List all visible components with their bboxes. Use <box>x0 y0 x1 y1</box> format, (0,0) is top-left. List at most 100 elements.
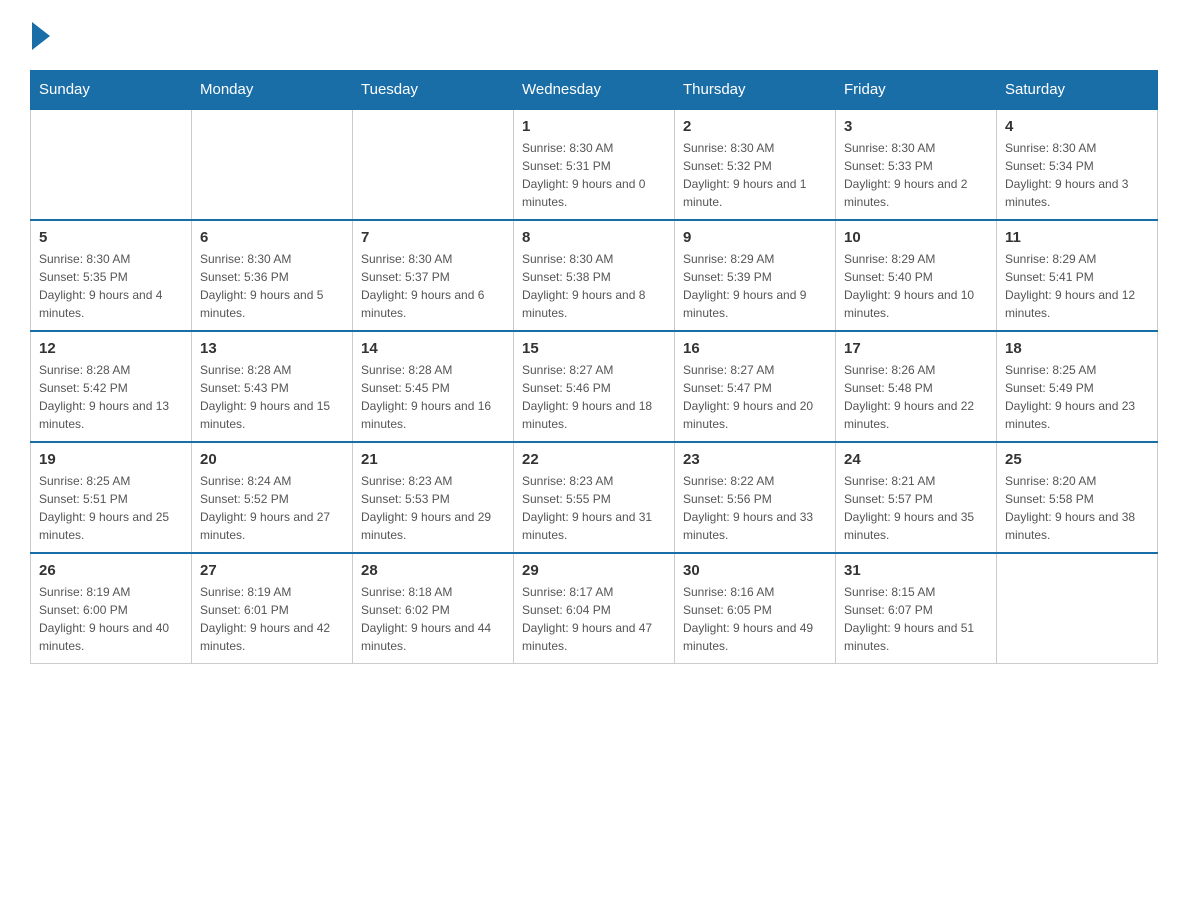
day-of-week-header: Thursday <box>675 71 836 110</box>
calendar-cell: 7 Sunrise: 8:30 AMSunset: 5:37 PMDaylight… <box>353 220 514 331</box>
calendar-cell: 20 Sunrise: 8:24 AMSunset: 5:52 PMDayligh… <box>192 442 353 553</box>
day-number: 20 <box>200 451 344 468</box>
day-number: 27 <box>200 562 344 579</box>
calendar-cell: 10Sunrise: 8:29 AMSunset: 5:40 PMDayligh… <box>836 220 997 331</box>
day-info: Sunrise: 8:26 AMSunset: 5:48 PMDaylight:… <box>844 361 988 433</box>
calendar-cell: 31Sunrise: 8:15 AMSunset: 6:07 PMDayligh… <box>836 553 997 664</box>
day-number: 19 <box>39 451 183 468</box>
calendar-week-row: 5 Sunrise: 8:30 AMSunset: 5:35 PMDaylight… <box>31 220 1158 331</box>
calendar-cell: 13 Sunrise: 8:28 AMSunset: 5:43 PMDayligh… <box>192 331 353 442</box>
day-info: Sunrise: 8:28 AMSunset: 5:45 PMDaylight:… <box>361 361 505 433</box>
day-of-week-header: Tuesday <box>353 71 514 110</box>
calendar-week-row: 12 Sunrise: 8:28 AMSunset: 5:42 PMDayligh… <box>31 331 1158 442</box>
day-number: 30 <box>683 562 827 579</box>
day-number: 4 <box>1005 118 1149 135</box>
logo <box>30 20 50 50</box>
calendar-cell: 23 Sunrise: 8:22 AMSunset: 5:56 PMDayligh… <box>675 442 836 553</box>
day-info: Sunrise: 8:30 AMSunset: 5:35 PMDaylight:… <box>39 250 183 322</box>
day-number: 21 <box>361 451 505 468</box>
day-of-week-header: Wednesday <box>514 71 675 110</box>
day-info: Sunrise: 8:30 AMSunset: 5:36 PMDaylight:… <box>200 250 344 322</box>
calendar-cell: 17 Sunrise: 8:26 AMSunset: 5:48 PMDayligh… <box>836 331 997 442</box>
day-number: 13 <box>200 340 344 357</box>
calendar-cell: 18Sunrise: 8:25 AMSunset: 5:49 PMDayligh… <box>997 331 1158 442</box>
day-of-week-header: Sunday <box>31 71 192 110</box>
day-info: Sunrise: 8:27 AMSunset: 5:46 PMDaylight:… <box>522 361 666 433</box>
calendar-cell: 29Sunrise: 8:17 AMSunset: 6:04 PMDayligh… <box>514 553 675 664</box>
calendar-cell: 19 Sunrise: 8:25 AMSunset: 5:51 PMDayligh… <box>31 442 192 553</box>
calendar-cell: 28 Sunrise: 8:18 AMSunset: 6:02 PMDayligh… <box>353 553 514 664</box>
day-info: Sunrise: 8:22 AMSunset: 5:56 PMDaylight:… <box>683 472 827 544</box>
day-info: Sunrise: 8:17 AMSunset: 6:04 PMDaylight:… <box>522 583 666 655</box>
day-number: 24 <box>844 451 988 468</box>
day-number: 25 <box>1005 451 1149 468</box>
calendar-cell: 24 Sunrise: 8:21 AMSunset: 5:57 PMDayligh… <box>836 442 997 553</box>
day-info: Sunrise: 8:18 AMSunset: 6:02 PMDaylight:… <box>361 583 505 655</box>
calendar-cell: 25 Sunrise: 8:20 AMSunset: 5:58 PMDayligh… <box>997 442 1158 553</box>
calendar-cell: 3 Sunrise: 8:30 AMSunset: 5:33 PMDaylight… <box>836 109 997 220</box>
calendar-cell: 4 Sunrise: 8:30 AMSunset: 5:34 PMDaylight… <box>997 109 1158 220</box>
day-number: 28 <box>361 562 505 579</box>
day-info: Sunrise: 8:25 AMSunset: 5:49 PMDaylight:… <box>1005 361 1149 433</box>
day-info: Sunrise: 8:30 AMSunset: 5:38 PMDaylight:… <box>522 250 666 322</box>
calendar-week-row: 26 Sunrise: 8:19 AMSunset: 6:00 PMDayligh… <box>31 553 1158 664</box>
day-number: 22 <box>522 451 666 468</box>
calendar-cell: 21 Sunrise: 8:23 AMSunset: 5:53 PMDayligh… <box>353 442 514 553</box>
day-number: 12 <box>39 340 183 357</box>
day-info: Sunrise: 8:30 AMSunset: 5:33 PMDaylight:… <box>844 139 988 211</box>
day-info: Sunrise: 8:19 AMSunset: 6:00 PMDaylight:… <box>39 583 183 655</box>
day-info: Sunrise: 8:30 AMSunset: 5:34 PMDaylight:… <box>1005 139 1149 211</box>
day-info: Sunrise: 8:19 AMSunset: 6:01 PMDaylight:… <box>200 583 344 655</box>
calendar-cell: 2 Sunrise: 8:30 AMSunset: 5:32 PMDaylight… <box>675 109 836 220</box>
day-number: 6 <box>200 229 344 246</box>
calendar-cell: 6 Sunrise: 8:30 AMSunset: 5:36 PMDaylight… <box>192 220 353 331</box>
calendar-cell: 11Sunrise: 8:29 AMSunset: 5:41 PMDayligh… <box>997 220 1158 331</box>
day-number: 23 <box>683 451 827 468</box>
day-number: 7 <box>361 229 505 246</box>
calendar-cell <box>353 109 514 220</box>
day-number: 1 <box>522 118 666 135</box>
day-info: Sunrise: 8:15 AMSunset: 6:07 PMDaylight:… <box>844 583 988 655</box>
day-info: Sunrise: 8:16 AMSunset: 6:05 PMDaylight:… <box>683 583 827 655</box>
day-number: 26 <box>39 562 183 579</box>
day-info: Sunrise: 8:24 AMSunset: 5:52 PMDaylight:… <box>200 472 344 544</box>
calendar-cell <box>31 109 192 220</box>
day-info: Sunrise: 8:29 AMSunset: 5:39 PMDaylight:… <box>683 250 827 322</box>
day-info: Sunrise: 8:27 AMSunset: 5:47 PMDaylight:… <box>683 361 827 433</box>
calendar-cell: 22 Sunrise: 8:23 AMSunset: 5:55 PMDayligh… <box>514 442 675 553</box>
day-info: Sunrise: 8:25 AMSunset: 5:51 PMDaylight:… <box>39 472 183 544</box>
day-number: 9 <box>683 229 827 246</box>
day-info: Sunrise: 8:30 AMSunset: 5:31 PMDaylight:… <box>522 139 666 211</box>
day-info: Sunrise: 8:28 AMSunset: 5:43 PMDaylight:… <box>200 361 344 433</box>
calendar-header-row: SundayMondayTuesdayWednesdayThursdayFrid… <box>31 71 1158 110</box>
calendar-cell: 27 Sunrise: 8:19 AMSunset: 6:01 PMDayligh… <box>192 553 353 664</box>
calendar-week-row: 1 Sunrise: 8:30 AMSunset: 5:31 PMDaylight… <box>31 109 1158 220</box>
day-number: 3 <box>844 118 988 135</box>
day-info: Sunrise: 8:30 AMSunset: 5:37 PMDaylight:… <box>361 250 505 322</box>
day-info: Sunrise: 8:23 AMSunset: 5:55 PMDaylight:… <box>522 472 666 544</box>
day-info: Sunrise: 8:20 AMSunset: 5:58 PMDaylight:… <box>1005 472 1149 544</box>
calendar-week-row: 19 Sunrise: 8:25 AMSunset: 5:51 PMDayligh… <box>31 442 1158 553</box>
calendar-cell: 5 Sunrise: 8:30 AMSunset: 5:35 PMDaylight… <box>31 220 192 331</box>
calendar-cell: 15 Sunrise: 8:27 AMSunset: 5:46 PMDayligh… <box>514 331 675 442</box>
day-info: Sunrise: 8:29 AMSunset: 5:40 PMDaylight:… <box>844 250 988 322</box>
day-number: 15 <box>522 340 666 357</box>
day-number: 16 <box>683 340 827 357</box>
day-of-week-header: Monday <box>192 71 353 110</box>
calendar-cell <box>192 109 353 220</box>
day-info: Sunrise: 8:30 AMSunset: 5:32 PMDaylight:… <box>683 139 827 211</box>
day-info: Sunrise: 8:28 AMSunset: 5:42 PMDaylight:… <box>39 361 183 433</box>
day-info: Sunrise: 8:21 AMSunset: 5:57 PMDaylight:… <box>844 472 988 544</box>
day-of-week-header: Friday <box>836 71 997 110</box>
day-number: 2 <box>683 118 827 135</box>
calendar-table: SundayMondayTuesdayWednesdayThursdayFrid… <box>30 70 1158 664</box>
day-number: 17 <box>844 340 988 357</box>
calendar-cell: 26 Sunrise: 8:19 AMSunset: 6:00 PMDayligh… <box>31 553 192 664</box>
page-header <box>30 20 1158 50</box>
calendar-cell: 8Sunrise: 8:30 AMSunset: 5:38 PMDaylight… <box>514 220 675 331</box>
day-number: 5 <box>39 229 183 246</box>
day-info: Sunrise: 8:23 AMSunset: 5:53 PMDaylight:… <box>361 472 505 544</box>
calendar-cell: 9 Sunrise: 8:29 AMSunset: 5:39 PMDaylight… <box>675 220 836 331</box>
day-info: Sunrise: 8:29 AMSunset: 5:41 PMDaylight:… <box>1005 250 1149 322</box>
day-number: 14 <box>361 340 505 357</box>
